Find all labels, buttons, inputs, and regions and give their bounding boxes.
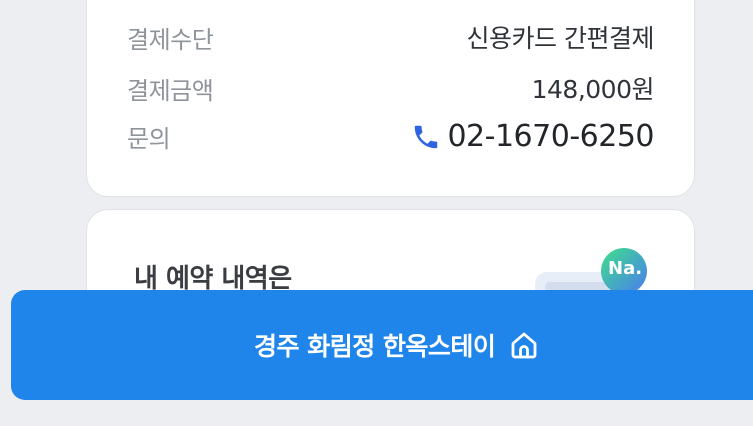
stay-home-label: 경주 화림정 한옥스테이 — [254, 332, 496, 361]
naver-badge-text: Na. — [608, 258, 643, 279]
payment-amount-label: 결제금액 — [127, 76, 214, 105]
payment-method-value: 신용카드 간편결제 — [466, 24, 655, 53]
payment-method-row: 결제수단 신용카드 간편결제 — [127, 19, 655, 55]
inquiry-phone-number: 02-1670-6250 — [447, 119, 654, 154]
inquiry-phone-link[interactable]: 02-1670-6250 — [411, 119, 654, 154]
stay-home-button[interactable]: 경주 화림정 한옥스테이 — [11, 290, 753, 400]
payment-amount-row: 결제금액 148,000원 — [127, 70, 655, 106]
payment-amount-value: 148,000원 — [531, 75, 655, 104]
payment-method-label: 결제수단 — [127, 25, 214, 54]
home-icon — [507, 328, 541, 362]
inquiry-row: 문의 02-1670-6250 — [127, 119, 654, 154]
payment-info-card: 결제수단 신용카드 간편결제 결제금액 148,000원 문의 02-1670-… — [86, 0, 695, 197]
inquiry-label: 문의 — [127, 125, 171, 153]
phone-icon — [411, 122, 441, 152]
